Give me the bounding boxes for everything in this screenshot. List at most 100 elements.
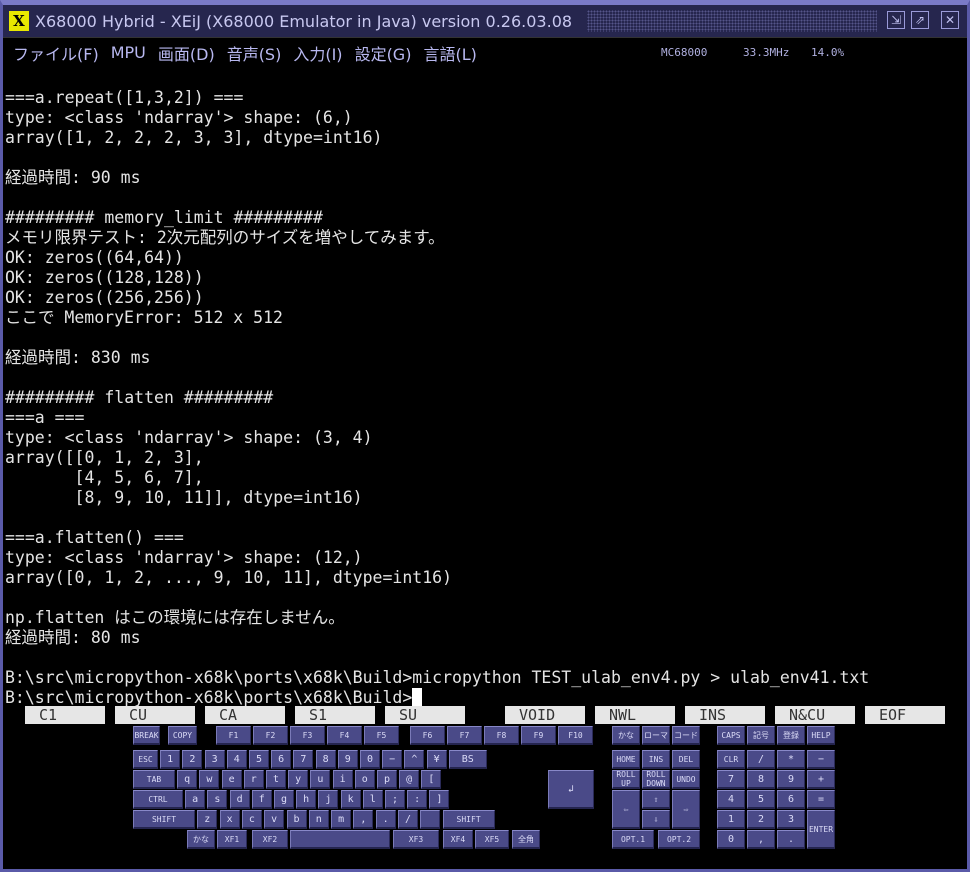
key[interactable]: ⇧ bbox=[642, 790, 670, 809]
key[interactable]: BS bbox=[448, 750, 487, 769]
key[interactable]: 1 bbox=[160, 750, 181, 769]
key[interactable]: 1 bbox=[717, 810, 745, 829]
key[interactable]: ROLL UP bbox=[612, 770, 640, 789]
key[interactable]: , bbox=[747, 830, 775, 849]
key[interactable]: + bbox=[807, 770, 835, 789]
key[interactable]: z bbox=[197, 810, 218, 829]
key[interactable]: UNDO bbox=[672, 770, 700, 789]
key[interactable]: 7 bbox=[293, 750, 314, 769]
key[interactable]: : bbox=[407, 790, 428, 809]
key[interactable]: XF3 bbox=[393, 830, 439, 849]
key[interactable]: ^ bbox=[404, 750, 425, 769]
key[interactable]: . bbox=[777, 830, 805, 849]
menu-file[interactable]: ファイル(F) bbox=[13, 41, 99, 65]
key[interactable]: 5 bbox=[249, 750, 269, 769]
key[interactable]: 9 bbox=[337, 750, 358, 769]
key[interactable]: s bbox=[207, 790, 228, 809]
key[interactable]: t bbox=[266, 770, 286, 789]
key[interactable]: SHIFT bbox=[133, 810, 195, 829]
key[interactable]: CLR bbox=[717, 750, 745, 769]
key[interactable]: ローマ bbox=[642, 726, 670, 745]
key[interactable]: 0 bbox=[360, 750, 380, 769]
key[interactable]: 7 bbox=[717, 770, 745, 789]
key[interactable]: c bbox=[241, 810, 262, 829]
key[interactable]: INS bbox=[642, 750, 670, 769]
key[interactable]: F1 bbox=[216, 726, 251, 745]
key[interactable]: l bbox=[362, 790, 383, 809]
key[interactable]: ⇩ bbox=[642, 810, 670, 829]
key[interactable]: 6 bbox=[777, 790, 805, 809]
key[interactable]: r bbox=[243, 770, 264, 789]
key[interactable]: e bbox=[221, 770, 242, 789]
key[interactable]: F10 bbox=[558, 726, 593, 745]
key[interactable]: / bbox=[747, 750, 775, 769]
key[interactable]: TAB bbox=[133, 770, 175, 789]
key[interactable]: かな bbox=[612, 726, 640, 745]
key[interactable]: COPY bbox=[168, 726, 197, 745]
key[interactable]: − bbox=[807, 750, 835, 769]
menu-language[interactable]: 言語(L) bbox=[423, 41, 476, 65]
key[interactable]: 4 bbox=[717, 790, 745, 809]
key[interactable]: 9 bbox=[777, 770, 805, 789]
menu-sound[interactable]: 音声(S) bbox=[227, 41, 282, 65]
title-bar[interactable]: X X68000 Hybrid - XEiJ (X68000 Emulator … bbox=[3, 5, 967, 37]
key[interactable]: 2 bbox=[747, 810, 775, 829]
key[interactable]: ⇨ bbox=[672, 790, 700, 829]
key[interactable]: F9 bbox=[521, 726, 556, 745]
key[interactable]: 登録 bbox=[777, 726, 805, 745]
key[interactable]: i bbox=[332, 770, 353, 789]
key[interactable]: u bbox=[310, 770, 331, 789]
key[interactable]: = bbox=[807, 790, 835, 809]
key[interactable]: ⇦ bbox=[612, 790, 640, 829]
key[interactable]: 2 bbox=[182, 750, 203, 769]
key[interactable]: OPT.1 bbox=[612, 830, 654, 849]
key[interactable]: コード bbox=[672, 726, 700, 745]
key[interactable]: a bbox=[185, 790, 206, 809]
key[interactable]: o bbox=[354, 770, 375, 789]
key[interactable]: / bbox=[398, 810, 418, 829]
key[interactable]: 6 bbox=[271, 750, 292, 769]
key[interactable]: XF4 bbox=[443, 830, 473, 849]
key[interactable]: ESC bbox=[133, 750, 158, 769]
key[interactable]: h bbox=[296, 790, 317, 809]
key[interactable]: XF5 bbox=[475, 830, 509, 849]
key[interactable]: 全角 bbox=[512, 830, 540, 849]
key[interactable]: ROLL DOWN bbox=[642, 770, 670, 789]
key[interactable]: m bbox=[331, 810, 352, 829]
key[interactable]: 3 bbox=[204, 750, 225, 769]
key[interactable]: F5 bbox=[364, 726, 399, 745]
menu-input[interactable]: 入力(I) bbox=[293, 41, 342, 65]
key[interactable]: HOME bbox=[612, 750, 640, 769]
key[interactable]: v bbox=[264, 810, 285, 829]
key[interactable]: − bbox=[382, 750, 403, 769]
key[interactable]: p bbox=[377, 770, 397, 789]
key[interactable]: CTRL bbox=[133, 790, 183, 809]
close-icon[interactable]: ✕ bbox=[941, 11, 959, 29]
key[interactable]: DEL bbox=[672, 750, 700, 769]
key[interactable]: @ bbox=[399, 770, 420, 789]
key[interactable]: 8 bbox=[315, 750, 336, 769]
key[interactable]: . bbox=[375, 810, 396, 829]
key[interactable]: g bbox=[274, 790, 294, 809]
key[interactable]: 8 bbox=[747, 770, 775, 789]
key[interactable]: w bbox=[199, 770, 220, 789]
key[interactable]: b bbox=[286, 810, 307, 829]
key[interactable]: F2 bbox=[253, 726, 288, 745]
key[interactable]: k bbox=[340, 790, 361, 809]
key[interactable]: ¥ bbox=[426, 750, 447, 769]
key[interactable]: , bbox=[353, 810, 374, 829]
key[interactable]: ; bbox=[385, 790, 405, 809]
key[interactable]: 5 bbox=[747, 790, 775, 809]
maximize-icon[interactable]: ⇗ bbox=[911, 11, 929, 29]
minimize-icon[interactable]: ⇲ bbox=[887, 11, 905, 29]
key[interactable]: OPT.2 bbox=[658, 830, 700, 849]
key[interactable]: n bbox=[308, 810, 329, 829]
menu-mpu[interactable]: MPU bbox=[111, 43, 146, 62]
key[interactable]: q bbox=[177, 770, 198, 789]
key[interactable]: F4 bbox=[327, 726, 362, 745]
key[interactable]: HELP bbox=[807, 726, 835, 745]
key[interactable]: XF2 bbox=[252, 830, 288, 849]
key[interactable]: かな bbox=[187, 830, 215, 849]
key[interactable]: CAPS bbox=[717, 726, 745, 745]
key[interactable]: y bbox=[288, 770, 309, 789]
